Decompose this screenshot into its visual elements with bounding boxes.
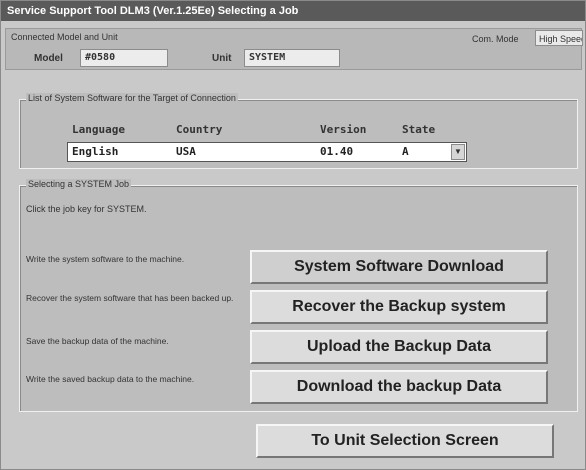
download-backup-data-button[interactable]: Download the backup Data	[250, 370, 548, 404]
job-panel: Selecting a SYSTEM Job Click the job key…	[19, 179, 578, 412]
software-select[interactable]: English USA 01.40 A ▼	[67, 142, 467, 162]
connection-group-label: Connected Model and Unit	[11, 32, 118, 42]
unit-selection-screen-button[interactable]: To Unit Selection Screen	[256, 424, 554, 458]
com-mode-value: High Speed	[535, 30, 583, 46]
com-mode-label: Com. Mode	[472, 34, 519, 44]
cell-state: A	[402, 145, 409, 158]
model-value: #0580	[80, 49, 168, 67]
connection-group: Connected Model and Unit Com. Mode High …	[5, 28, 583, 70]
cell-country: USA	[176, 145, 196, 158]
main-window: Service Support Tool DLM3 (Ver.1.25Ee) S…	[0, 0, 586, 470]
software-list-title: List of System Software for the Target o…	[26, 93, 238, 103]
job-instruction: Click the job key for SYSTEM.	[26, 204, 147, 214]
upload-backup-data-button[interactable]: Upload the Backup Data	[250, 330, 548, 364]
column-country: Country	[176, 123, 223, 136]
unit-label: Unit	[212, 53, 232, 64]
model-label: Model	[34, 53, 63, 64]
cell-language: English	[72, 145, 119, 158]
chevron-down-icon[interactable]: ▼	[451, 144, 465, 160]
window-title: Service Support Tool DLM3 (Ver.1.25Ee) S…	[1, 1, 585, 21]
job-description: Write the system software to the machine…	[26, 254, 185, 264]
unit-value: SYSTEM	[244, 49, 340, 67]
cell-version: 01.40	[320, 145, 354, 158]
column-state: State	[402, 123, 436, 136]
column-language: Language	[72, 123, 125, 136]
column-version: Version	[320, 123, 367, 136]
job-description: Save the backup data of the machine.	[26, 336, 169, 346]
recover-backup-system-button[interactable]: Recover the Backup system	[250, 290, 548, 324]
software-list-panel: List of System Software for the Target o…	[19, 93, 578, 169]
system-software-download-button[interactable]: System Software Download	[250, 250, 548, 284]
job-panel-title: Selecting a SYSTEM Job	[26, 179, 132, 189]
job-description: Write the saved backup data to the machi…	[26, 374, 195, 384]
job-description: Recover the system software that has bee…	[26, 293, 234, 303]
